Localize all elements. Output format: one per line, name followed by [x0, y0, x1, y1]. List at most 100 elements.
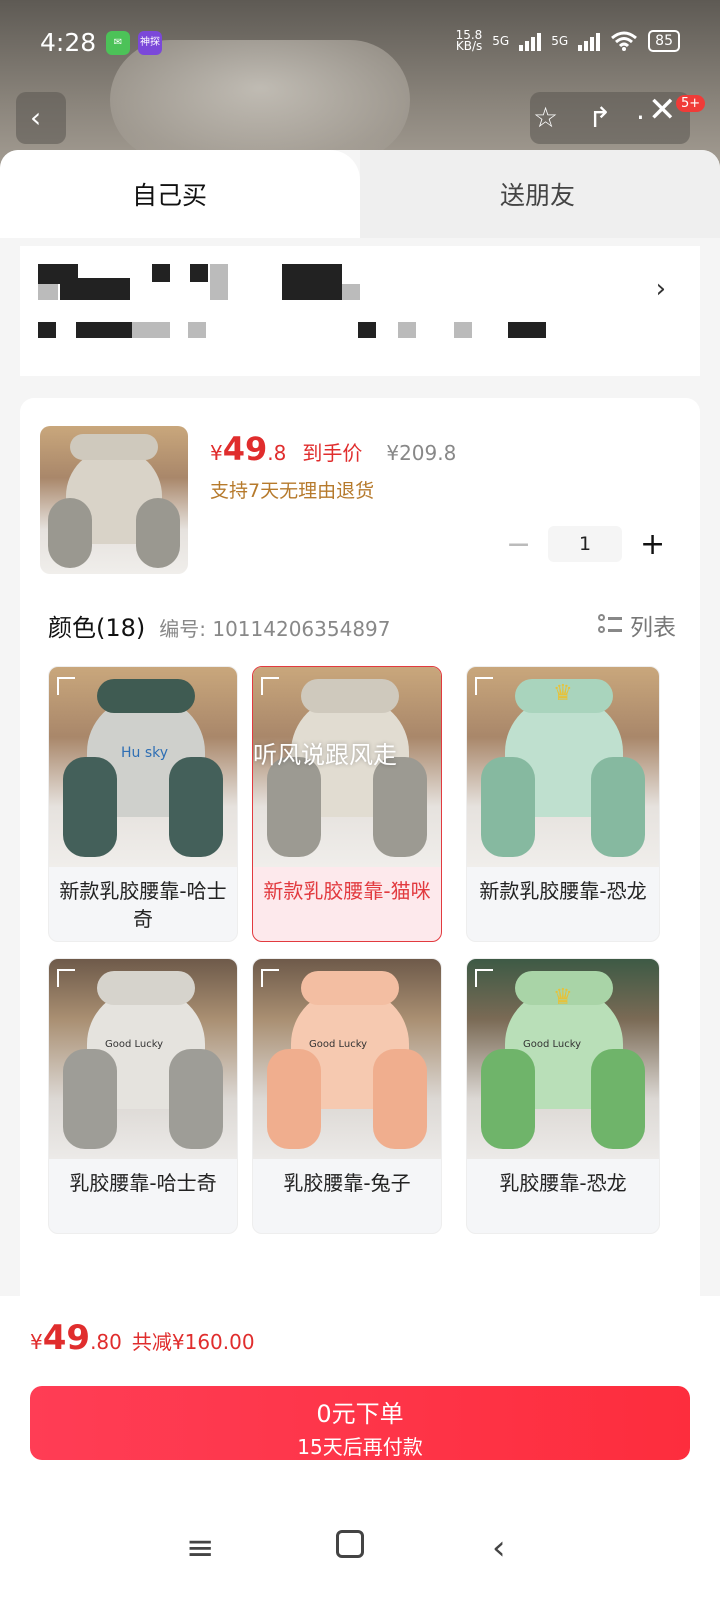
favorite-star-icon[interactable]: ☆: [533, 104, 558, 132]
increase-quantity-button[interactable]: +: [640, 527, 665, 562]
network-speed: 15.8 KB/s: [455, 28, 483, 53]
address-card[interactable]: ›: [20, 246, 700, 376]
expand-icon[interactable]: [57, 969, 75, 987]
option-image: Good Lucky: [253, 959, 441, 1159]
color-option-new-cat[interactable]: 听风说跟风走 新款乳胶腰靠-猫咪: [252, 666, 442, 942]
option-name: 乳胶腰靠-恐龙: [499, 1171, 627, 1195]
back-icon[interactable]: ‹: [492, 1528, 506, 1568]
price-decimal: .8: [267, 441, 287, 465]
total-integer: 49: [42, 1318, 91, 1358]
home-icon[interactable]: [336, 1530, 364, 1558]
option-name: 新款乳胶腰靠-猫咪: [263, 879, 431, 903]
place-order-label: 0元下单: [316, 1400, 404, 1428]
network-type-2: 5G: [551, 34, 569, 48]
address-redacted: [398, 322, 416, 338]
total-discount: 共减¥160.00: [131, 1330, 255, 1354]
system-nav-bar: ≡ ‹: [0, 1500, 720, 1600]
tab-buy-self[interactable]: 自己买: [0, 150, 360, 238]
close-icon[interactable]: ✕: [648, 93, 677, 127]
good-lucky-print: Good Lucky: [309, 1039, 368, 1050]
status-bar: 4:28 ✉ 神探 15.8 KB/s 5G 5G 85: [0, 0, 720, 88]
original-price: ¥209.8: [386, 441, 457, 465]
expand-icon[interactable]: [475, 677, 493, 695]
color-option-husky[interactable]: Good Lucky 乳胶腰靠-哈士奇: [48, 958, 238, 1234]
address-redacted: [38, 322, 56, 338]
color-title: 颜色(18): [48, 614, 146, 642]
wechat-icon: ✉: [106, 31, 130, 55]
option-image: ♛: [467, 667, 659, 867]
option-image: Hu sky: [49, 667, 237, 867]
option-name: 乳胶腰靠-兔子: [283, 1171, 411, 1195]
wifi-icon: [611, 31, 638, 51]
price-row: ¥49.8 到手价 ¥209.8: [210, 430, 456, 468]
address-redacted: [38, 284, 58, 300]
status-time: 4:28: [40, 28, 97, 57]
final-price-label: 到手价: [302, 441, 363, 465]
more-dots-icon[interactable]: ·: [636, 104, 645, 132]
signal-icon-2: [578, 31, 601, 51]
chevron-right-icon: ›: [655, 274, 666, 304]
status-indicators: 15.8 KB/s 5G 5G 85: [455, 28, 680, 53]
purchase-tabs: 送朋友 自己买: [0, 150, 720, 238]
address-redacted: [358, 322, 376, 338]
menu-icon[interactable]: ≡: [186, 1528, 215, 1568]
address-redacted: [132, 322, 170, 338]
total-decimal: .80: [90, 1330, 122, 1354]
husky-print: Hu sky: [121, 745, 169, 761]
list-view-label: 列表: [630, 615, 676, 641]
color-header: 颜色(18) 编号: 10114206354897 列表: [48, 608, 676, 643]
address-redacted: [60, 278, 130, 300]
color-option-rabbit[interactable]: Good Lucky 乳胶腰靠-兔子: [252, 958, 442, 1234]
address-redacted: [454, 322, 472, 338]
crown-icon: ♛: [553, 681, 573, 706]
address-redacted: [76, 322, 132, 338]
total-price: ¥ 49 .80 共减¥160.00: [30, 1318, 255, 1358]
option-image: ♛ Good Lucky: [467, 959, 659, 1159]
tab-send-friend[interactable]: 送朋友: [360, 150, 720, 238]
tab-send-friend-label: 送朋友: [500, 181, 576, 210]
product-thumbnail[interactable]: [40, 426, 188, 574]
quantity-stepper: − 1 +: [506, 526, 665, 562]
signal-icon: [519, 31, 542, 51]
list-view-toggle[interactable]: 列表: [598, 608, 676, 642]
watermark-overlay-text: 听风说跟风走: [253, 741, 397, 769]
address-redacted: [508, 322, 546, 338]
color-option-new-dinosaur[interactable]: ♛ 新款乳胶腰靠-恐龙: [466, 666, 660, 942]
app-shentan-icon: 神探: [138, 31, 162, 55]
return-policy-note: 支持7天无理由退货: [210, 480, 375, 502]
price-currency: ¥: [210, 441, 223, 465]
total-currency: ¥: [30, 1330, 43, 1354]
list-icon: [598, 614, 622, 636]
option-name: 乳胶腰靠-哈士奇: [69, 1171, 217, 1195]
address-redacted: [152, 264, 170, 282]
option-name: 新款乳胶腰靠-恐龙: [479, 879, 647, 903]
tab-buy-self-label: 自己买: [132, 181, 208, 210]
back-arrow-icon: ‹: [30, 101, 42, 134]
expand-icon[interactable]: [57, 677, 75, 695]
quantity-value[interactable]: 1: [548, 526, 622, 562]
notification-badge: 5+: [676, 95, 706, 112]
option-image: 听风说跟风走: [253, 667, 441, 867]
decrease-quantity-button[interactable]: −: [506, 527, 531, 562]
color-option-dinosaur[interactable]: ♛ Good Lucky 乳胶腰靠-恐龙: [466, 958, 660, 1234]
address-redacted: [188, 322, 206, 338]
address-redacted: [342, 284, 360, 300]
option-name: 新款乳胶腰靠-哈士奇: [59, 879, 227, 931]
network-type-1: 5G: [492, 34, 510, 48]
address-redacted: [282, 264, 342, 300]
pay-later-label: 15天后再付款: [297, 1435, 423, 1459]
battery-indicator: 85: [648, 30, 680, 52]
price-integer: 49: [222, 430, 268, 468]
expand-icon[interactable]: [261, 677, 279, 695]
expand-icon[interactable]: [261, 969, 279, 987]
address-redacted: [210, 264, 228, 300]
place-order-button[interactable]: 0元下单 15天后再付款: [30, 1386, 690, 1460]
share-icon[interactable]: ↱: [588, 104, 611, 132]
product-code: 编号: 10114206354897: [159, 617, 391, 641]
expand-icon[interactable]: [475, 969, 493, 987]
color-option-new-husky[interactable]: Hu sky 新款乳胶腰靠-哈士奇: [48, 666, 238, 942]
crown-icon: ♛: [553, 985, 573, 1010]
option-image: Good Lucky: [49, 959, 237, 1159]
address-redacted: [190, 264, 208, 282]
good-lucky-print: Good Lucky: [105, 1039, 164, 1050]
